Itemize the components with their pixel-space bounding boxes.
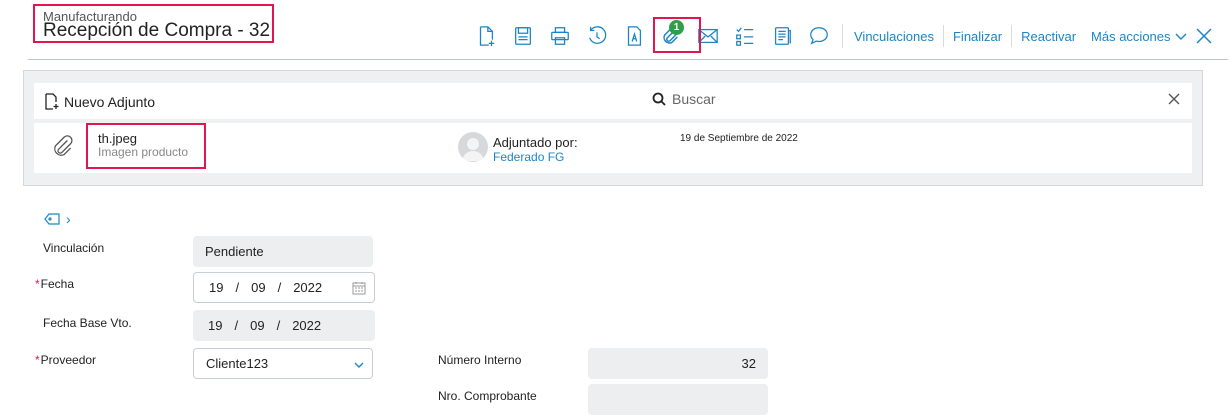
close-attachments-button[interactable] <box>1168 92 1180 110</box>
proveedor-value: Cliente123 <box>206 356 269 371</box>
notes-icon <box>774 27 791 45</box>
fecha-label: *Fecha <box>35 277 74 291</box>
close-icon <box>1168 93 1180 105</box>
nro-comprobante-label: Nro. Comprobante <box>438 389 537 403</box>
proveedor-select[interactable]: Cliente123 <box>193 348 373 379</box>
checklist-icon <box>735 27 753 46</box>
close-button[interactable] <box>1194 26 1214 46</box>
fecha-label-text: Fecha <box>40 277 75 291</box>
page-title: Recepción de Compra - 32 <box>43 20 271 41</box>
calendar-icon[interactable] <box>352 281 366 295</box>
new-document-icon <box>479 26 494 47</box>
comment-button[interactable] <box>803 21 834 51</box>
save-button[interactable] <box>507 21 538 51</box>
vinculacion-value: Pendiente <box>193 236 373 267</box>
tag-icon <box>44 213 60 225</box>
toolbar-separator <box>1011 25 1013 47</box>
attachment-button-highlight <box>653 17 701 53</box>
new-document-icon <box>45 93 59 110</box>
checklist-button[interactable] <box>729 21 760 51</box>
fecha-base-month: 09 <box>250 318 265 333</box>
fecha-month[interactable]: 09 <box>251 280 265 295</box>
text-format-icon <box>627 26 641 46</box>
fecha-base-vto-label: Fecha Base Vto. <box>43 316 132 330</box>
attachment-date: 19 de Septiembre de 2022 <box>680 133 798 144</box>
close-icon <box>1195 28 1212 44</box>
more-actions-label: Más acciones <box>1091 28 1171 44</box>
chevron-down-icon <box>354 362 364 368</box>
proveedor-label: *Proveedor <box>35 353 96 367</box>
date-separator: / <box>276 318 281 333</box>
paperclip-icon <box>54 135 73 156</box>
numero-interno-label: Número Interno <box>438 353 522 367</box>
chevron-down-icon <box>1175 33 1187 40</box>
finalizar-link[interactable]: Finalizar <box>948 29 1007 44</box>
print-button[interactable] <box>544 21 575 51</box>
date-separator: / <box>277 280 282 295</box>
history-icon <box>588 26 606 44</box>
fecha-input[interactable]: 19 / 09 / 2022 <box>193 272 375 303</box>
new-attachment-label: Nuevo Adjunto <box>64 93 156 110</box>
chevron-right-icon: › <box>66 211 71 227</box>
attachment-row[interactable]: th.jpeg Imagen producto Adjuntado por: F… <box>34 123 1192 173</box>
fecha-base-vto-value: 19 / 09 / 2022 <box>193 310 375 341</box>
toolbar: 1 Vinculaciones Finalizar Reactivar Más … <box>470 20 1214 52</box>
header-divider <box>28 59 1228 60</box>
nro-comprobante-input[interactable] <box>588 384 768 415</box>
search-icon <box>652 92 666 106</box>
file-highlight <box>86 123 206 169</box>
numero-interno-value: 32 <box>588 348 768 379</box>
vinculacion-label: Vinculación <box>43 241 105 255</box>
history-button[interactable] <box>581 21 612 51</box>
toolbar-separator <box>942 25 944 47</box>
fecha-year[interactable]: 2022 <box>293 280 322 295</box>
required-marker: * <box>35 353 40 367</box>
avatar <box>458 132 488 162</box>
attached-by-user[interactable]: Federado FG <box>493 150 564 164</box>
numero-interno-text: 32 <box>741 356 756 371</box>
date-separator: / <box>235 280 240 295</box>
comment-icon <box>809 27 828 45</box>
date-separator: / <box>234 318 239 333</box>
more-actions-menu[interactable]: Más acciones <box>1081 29 1187 44</box>
save-icon <box>514 27 531 45</box>
proveedor-label-text: Proveedor <box>40 353 97 367</box>
required-marker: * <box>35 277 40 291</box>
search-input[interactable] <box>672 91 872 107</box>
fecha-day[interactable]: 19 <box>209 280 223 295</box>
attachments-header: Nuevo Adjunto <box>34 83 1192 119</box>
new-attachment-button[interactable]: Nuevo Adjunto <box>44 93 155 110</box>
tags-toggle[interactable]: › <box>44 211 71 227</box>
user-icon <box>462 138 484 161</box>
reactivar-link[interactable]: Reactivar <box>1016 29 1081 44</box>
fecha-base-day: 19 <box>208 318 223 333</box>
fecha-base-year: 2022 <box>292 318 322 333</box>
attached-by-label: Adjuntado por: <box>493 135 578 150</box>
notes-button[interactable] <box>766 21 797 51</box>
text-format-button[interactable] <box>618 21 649 51</box>
toolbar-separator <box>842 24 843 48</box>
attachment-search <box>652 91 872 107</box>
new-document-button[interactable] <box>470 21 501 51</box>
vinculaciones-link[interactable]: Vinculaciones <box>849 29 939 44</box>
print-icon <box>550 27 569 45</box>
